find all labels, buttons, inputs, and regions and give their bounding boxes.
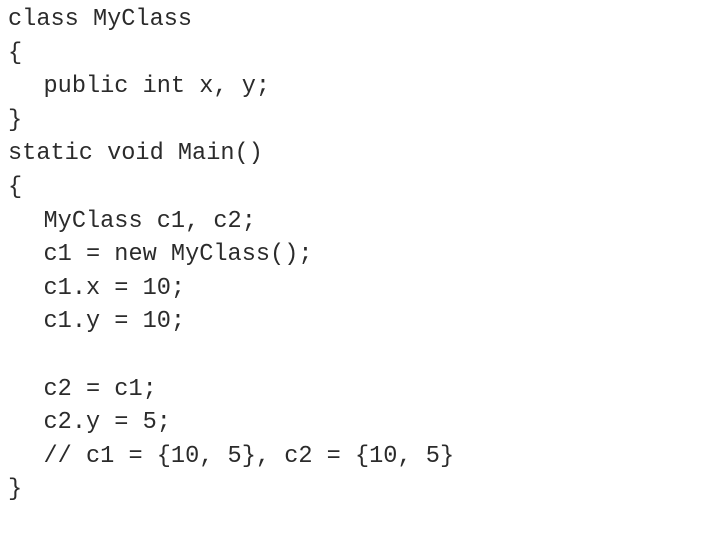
code-line-open-brace: { [8, 39, 23, 67]
code-line-variable-declaration: MyClass c1, c2; [43, 207, 256, 235]
code-line-close-brace: } [8, 106, 23, 134]
code-block: class MyClass { public int x, y;} static vo… [8, 3, 454, 507]
code-line-assign-y: c1.y = 10; [43, 308, 186, 336]
code-line-close-brace: } [8, 476, 23, 504]
code-line-main-signature: static void Main() [8, 140, 263, 168]
code-line-assign-x: c1.x = 10; [43, 274, 186, 302]
code-line-comment: // c1 = {10, 5}, c2 = {10, 5} [43, 442, 455, 470]
code-line-instantiation: c1 = new MyClass(); [43, 241, 313, 269]
code-line-field-declaration: public int x, y; [43, 73, 271, 101]
code-line-open-brace: { [8, 173, 23, 201]
code-line-class-declaration: class MyClass [8, 6, 193, 33]
code-line-modify-y: c2.y = 5; [43, 409, 171, 437]
code-line-reference-copy: c2 = c1; [43, 375, 157, 403]
